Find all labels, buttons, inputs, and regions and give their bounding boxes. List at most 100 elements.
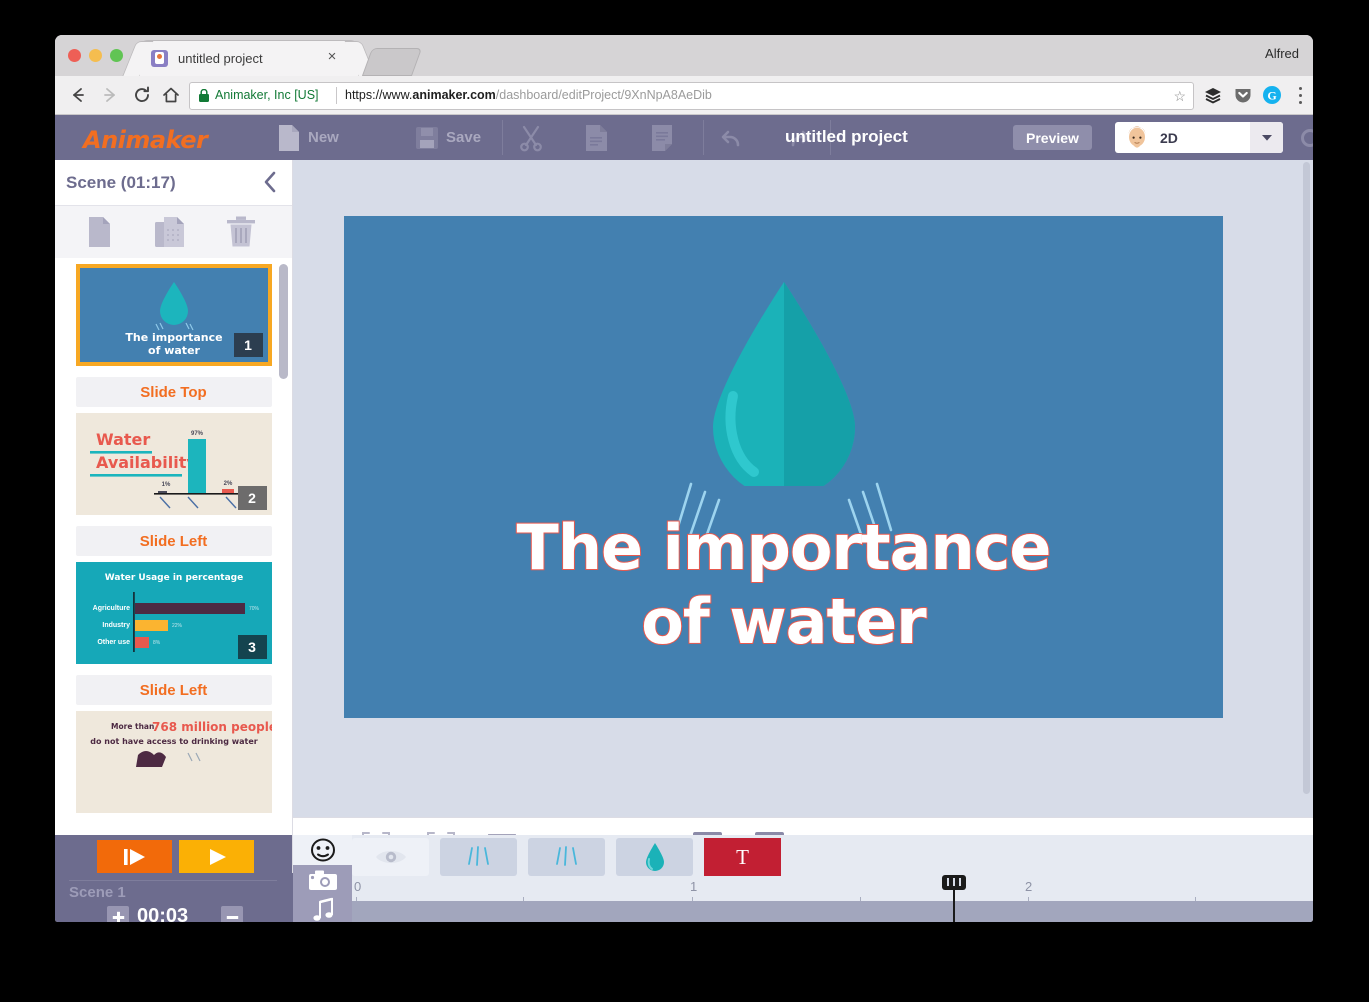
canvas-vertical-scrollbar[interactable] xyxy=(1303,162,1310,794)
water-drop-icon[interactable] xyxy=(684,276,884,486)
project-name[interactable]: untitled project xyxy=(785,127,908,147)
decrease-duration-button[interactable] xyxy=(221,906,243,922)
scene-panel-header: Scene (01:17) xyxy=(55,160,292,206)
layers-extension-icon[interactable] xyxy=(1203,85,1223,105)
chevron-down-icon[interactable] xyxy=(1250,122,1283,153)
timeline-track-body[interactable] xyxy=(352,901,1313,922)
scene-thumbnail-1[interactable]: The importance of water 1 xyxy=(75,264,272,366)
scene-2-bar-label-1: 1% xyxy=(161,482,170,488)
transition-label: Slide Left xyxy=(139,532,208,550)
slide-canvas[interactable]: The importance of water xyxy=(344,216,1223,718)
svg-text:Agriculture: Agriculture xyxy=(92,605,129,612)
undo-button[interactable] xyxy=(718,115,746,160)
duplicate-scene-button[interactable] xyxy=(151,214,189,250)
paste-button[interactable] xyxy=(650,115,676,160)
rays-object-cell-left[interactable] xyxy=(440,838,517,876)
splash-rays-icon xyxy=(555,846,577,866)
add-scene-button[interactable] xyxy=(80,214,118,250)
tab-title: untitled project xyxy=(178,51,263,66)
copy-icon xyxy=(586,124,607,151)
ruler-label-2: 2 xyxy=(1025,879,1033,894)
preview-button[interactable]: Preview xyxy=(1013,125,1092,150)
camera-track-button[interactable] xyxy=(293,865,352,895)
visibility-toggle-cell[interactable] xyxy=(352,838,429,876)
browser-tab-active[interactable]: untitled project × xyxy=(139,40,359,77)
ruler-label-1: 1 xyxy=(690,879,698,894)
scissors-icon xyxy=(520,125,542,151)
window-maximize-button[interactable] xyxy=(110,49,123,62)
animaker-app: Animaker New Save untitled project Previ… xyxy=(55,115,1313,922)
canvas-area: The importance of water xyxy=(293,160,1313,817)
timeline-ruler[interactable]: 0 1 2 xyxy=(352,879,1313,903)
transition-2[interactable]: Slide Left xyxy=(75,526,272,556)
slide-title-line2: of water xyxy=(640,584,928,659)
collapse-panel-icon[interactable] xyxy=(258,170,282,194)
timeline-playhead[interactable] xyxy=(942,875,966,922)
svg-text:8%: 8% xyxy=(153,640,161,646)
water-drop-icon xyxy=(645,843,664,871)
list-item[interactable]: Water Availability 1% 97% 2% 2 xyxy=(75,413,272,515)
canvas-stage[interactable]: The importance of water xyxy=(294,161,1312,797)
scene-thumbnail-4[interactable]: More than 768 million people do not have… xyxy=(75,711,272,813)
list-item[interactable]: The importance of water 1 xyxy=(75,264,272,366)
cut-button[interactable] xyxy=(517,115,545,160)
home-icon[interactable] xyxy=(160,84,182,106)
new-file-icon xyxy=(279,124,299,151)
list-item[interactable]: Water Usage in percentage Agriculture 70… xyxy=(75,562,272,664)
bookmark-star-icon[interactable]: ☆ xyxy=(1173,88,1186,105)
increase-duration-button[interactable] xyxy=(107,906,129,922)
delete-scene-button[interactable] xyxy=(223,214,261,250)
character-avatar-icon xyxy=(1128,126,1146,148)
paste-icon xyxy=(652,124,672,151)
browser-menu-icon[interactable] xyxy=(1292,84,1308,106)
copy-button[interactable] xyxy=(583,115,609,160)
browser-window: untitled project × Alfred Animaker, Inc … xyxy=(55,35,1313,922)
character-track-button[interactable] xyxy=(293,835,352,865)
ruler-label-0: 0 xyxy=(354,879,362,894)
scene-number-badge: 3 xyxy=(237,635,267,659)
music-track-button[interactable] xyxy=(293,895,352,922)
back-icon[interactable] xyxy=(67,84,89,106)
window-minimize-button[interactable] xyxy=(89,49,102,62)
scene-4-subtitle: do not have access to drinking water xyxy=(90,737,257,746)
scene-2-title-line2: Availability xyxy=(96,453,197,472)
scene-thumbnail-2[interactable]: Water Availability 1% 97% 2% 2 xyxy=(75,413,272,515)
scene-4-title-prefix: More than xyxy=(111,722,154,731)
scene-number-badge: 1 xyxy=(233,333,263,357)
new-tab-button[interactable] xyxy=(361,48,423,76)
undo-icon xyxy=(721,130,740,146)
play-scene-button[interactable] xyxy=(97,840,172,873)
text-object-cell[interactable]: T xyxy=(704,838,781,876)
save-button[interactable]: Save xyxy=(415,115,481,160)
slide-title-text[interactable]: The importance of water xyxy=(344,510,1223,659)
settings-gear-icon[interactable] xyxy=(1297,125,1313,151)
scene-2-bar-label-3: 2% xyxy=(223,481,232,487)
tab-close-icon[interactable]: × xyxy=(324,49,340,65)
browser-tab-strip: untitled project × Alfred xyxy=(55,35,1313,77)
playhead-handle[interactable] xyxy=(942,875,966,890)
security-label: Animaker, Inc [US] xyxy=(215,88,319,102)
reload-icon[interactable] xyxy=(131,84,153,106)
rays-object-cell-right[interactable] xyxy=(528,838,605,876)
url-text: https://www.animaker.com/dashboard/editP… xyxy=(345,88,712,102)
play-all-button[interactable] xyxy=(179,840,254,873)
scene-thumbnail-3[interactable]: Water Usage in percentage Agriculture 70… xyxy=(75,562,272,664)
camera-icon xyxy=(308,870,337,890)
list-item[interactable]: More than 768 million people do not have… xyxy=(75,711,272,813)
mode-label: 2D xyxy=(1160,129,1178,146)
mode-selector[interactable]: 2D xyxy=(1115,122,1283,153)
water-drop-object-cell[interactable] xyxy=(616,838,693,876)
new-button[interactable]: New xyxy=(277,115,339,160)
scene-list-scrollbar[interactable] xyxy=(279,264,288,379)
new-button-label: New xyxy=(308,129,339,146)
address-bar[interactable]: Animaker, Inc [US] https://www.animaker.… xyxy=(189,82,1194,110)
current-scene-label: Scene 1 xyxy=(69,884,126,901)
window-close-button[interactable] xyxy=(68,49,81,62)
transition-3[interactable]: Slide Left xyxy=(75,675,272,705)
grammar-extension-icon[interactable]: G xyxy=(1262,85,1282,105)
scene-thumbnail-list[interactable]: The importance of water 1 Slide Top Wate… xyxy=(55,258,292,922)
transition-1[interactable]: Slide Top xyxy=(75,377,272,407)
pocket-extension-icon[interactable] xyxy=(1233,85,1253,105)
forward-icon xyxy=(99,84,121,106)
scene-2-title-line1: Water xyxy=(96,430,150,449)
